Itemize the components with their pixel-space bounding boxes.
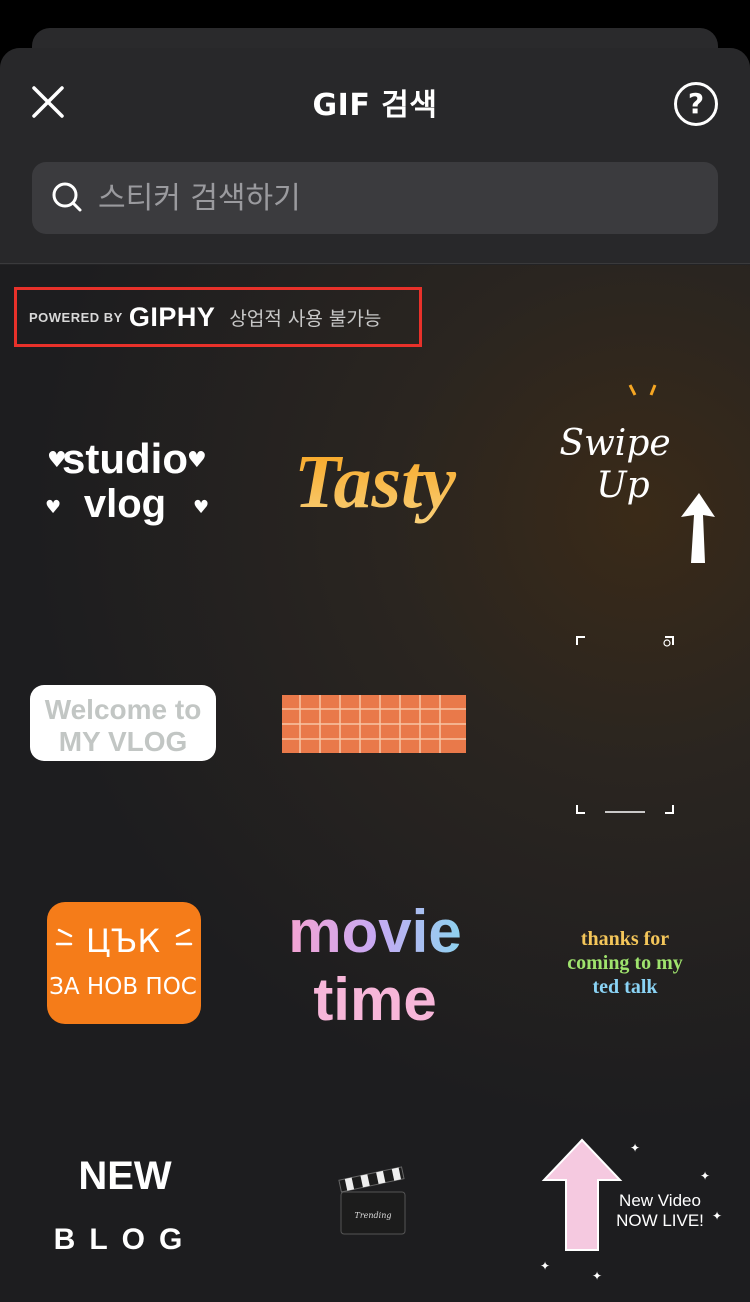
svg-text:✦: ✦ [540,1259,550,1273]
gif-search-sheet: GIF 검색 ? POWERED BY GIPHY 상업적 사용 불가능 stu… [0,48,750,1302]
sticker-camera-frame[interactable] [500,605,750,845]
heart-icon: ♥ [193,497,209,518]
sticker-text: ted talk [593,976,659,998]
sticker-text: Welcome to [45,694,202,725]
sticker-text: thanks for [581,928,669,950]
search-input[interactable] [98,180,718,216]
sticker-text: Up [596,465,649,506]
sticker-text: NEW [78,1154,172,1198]
sticker-clapperboard[interactable]: Trending [250,1085,500,1302]
page-title: GIF 검색 [312,88,438,123]
sticker-text: time [313,966,436,1033]
svg-text:✦: ✦ [630,1141,640,1155]
sticker-text: coming to my [567,952,683,974]
sticker-orange-bulgarian[interactable]: ЦЪК ЗА НОВ ПОС [0,845,250,1085]
sticker-text: Swipe [559,423,670,464]
heart-icon: ♥ [47,448,67,473]
help-button[interactable]: ? [674,82,718,126]
search-bar[interactable] [32,162,718,234]
svg-text:✦: ✦ [592,1269,602,1283]
sticker-text: studio [62,435,188,482]
arrow-up-icon [681,493,715,563]
sticker-new-blog[interactable]: NEW BLOG [0,1085,250,1302]
sticker-tasty[interactable]: Tasty [250,365,500,605]
sticker-text: New Video [619,1191,701,1210]
sticker-welcome-vlog[interactable]: Welcome to MY VLOG [0,605,250,845]
sticker-text: MY VLOG [59,726,188,757]
heart-icon: ♥ [45,497,61,518]
sticker-studio-vlog[interactable]: studio vlog ♥ ♥ ♥ ♥ [0,365,250,605]
sticker-text: NOW LIVE! [616,1211,704,1230]
sticker-ted-talk[interactable]: thanks for coming to my ted talk [500,845,750,1085]
svg-text:✦: ✦ [712,1209,722,1223]
giphy-logo: GIPHY [128,301,216,332]
sticker-swipe-up[interactable]: Swipe Up [500,365,750,605]
sticker-text: BLOG [54,1223,197,1256]
sticker-text: ЦЪК [86,922,160,960]
giphy-attribution: POWERED BY GIPHY 상업적 사용 불가능 [14,287,422,347]
heart-icon: ♥ [187,448,207,473]
sheet-header: GIF 검색 ? [0,48,750,264]
arrow-up-icon [541,1138,623,1251]
sticker-orange-tape[interactable] [250,605,500,845]
search-icon [52,182,82,212]
sticker-text: Tasty [294,440,456,524]
sticker-movie-time[interactable]: movie time [250,845,500,1085]
sticker-text: vlog [84,482,166,526]
sticker-text: ЗА НОВ ПОС [49,974,197,1000]
question-icon: ? [687,87,705,120]
svg-text:✦: ✦ [700,1169,710,1183]
clapperboard-icon: Trending [338,1166,406,1235]
sticker-text: movie [288,898,461,965]
powered-by-label: POWERED BY [29,309,123,325]
sticker-new-video-live[interactable]: New Video NOW LIVE! ✦ ✦ ✦ ✦ ✦ [500,1085,750,1302]
noncommercial-notice: 상업적 사용 불가능 [229,307,382,330]
sticker-results: POWERED BY GIPHY 상업적 사용 불가능 studio vlog … [0,265,750,1302]
sticker-text: Trending [355,1211,392,1220]
